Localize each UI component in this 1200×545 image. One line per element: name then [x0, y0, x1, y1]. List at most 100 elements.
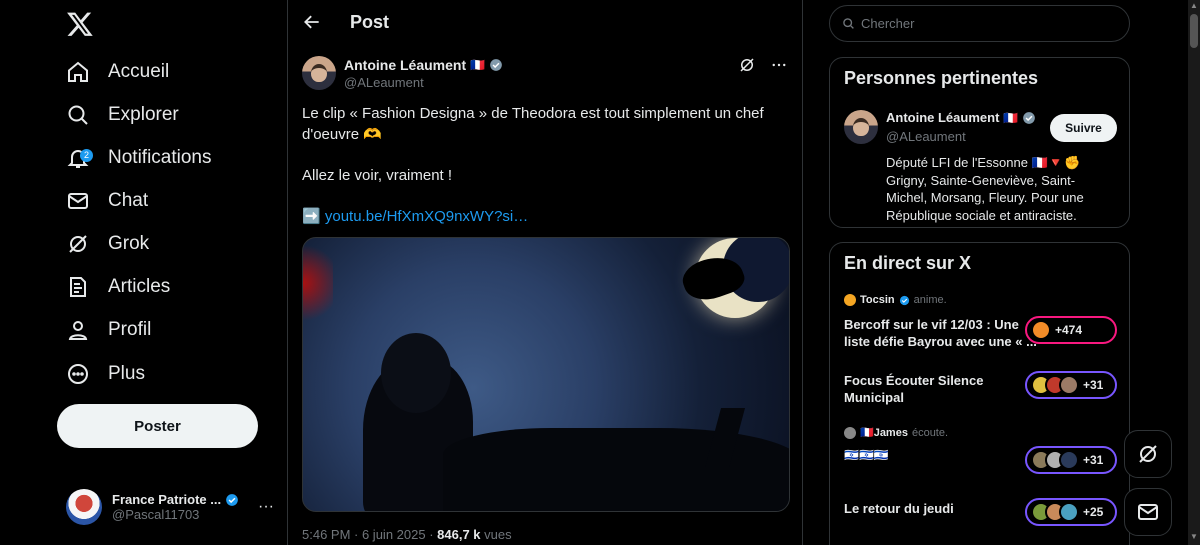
verified-badge-icon [490, 58, 502, 71]
nav-item-notifications[interactable]: 2 Notifications [66, 138, 212, 178]
space-title: 🇮🇱🇮🇱🇮🇱 [844, 448, 889, 462]
relevant-person-avatar[interactable] [844, 110, 878, 144]
nav-label-more: Plus [108, 363, 145, 384]
nav-item-explore[interactable]: Explorer [66, 95, 179, 135]
follow-button[interactable]: Suivre [1050, 114, 1117, 142]
nav-label-notifications: Notifications [108, 147, 212, 168]
post-meta: 5:46 PM · 6 juin 2025 · 846,7 k vues [302, 527, 512, 542]
grok-icon[interactable] [738, 56, 756, 74]
nav-item-grok[interactable]: Grok [66, 224, 149, 264]
relevant-people-card: Personnes pertinentes Antoine Léaument 🇫… [829, 57, 1130, 228]
media-red-glow [303, 238, 333, 328]
space-listeners-pill[interactable]: +474 [1025, 316, 1117, 344]
scrollbar-thumb[interactable] [1190, 14, 1198, 48]
more-circle-icon [68, 364, 88, 384]
nav-item-chat[interactable]: Chat [66, 181, 148, 221]
more-horizontal-icon[interactable] [770, 56, 788, 74]
person-icon [68, 321, 88, 340]
right-sidebar: Chercher Personnes pertinentes Antoine L… [829, 0, 1131, 545]
author-flag: 🇫🇷 [470, 57, 486, 72]
author-handle[interactable]: @ALeaument [344, 75, 503, 90]
space-host: 🇫🇷James écoute. [844, 426, 1119, 439]
grok-icon [1139, 445, 1157, 463]
author-avatar[interactable] [302, 56, 336, 90]
live-spaces-title: En direct sur X [844, 253, 972, 273]
app-root: Accueil Explorer 2 Notifications Chat Gr… [0, 0, 1200, 545]
page-scrollbar[interactable]: ▲ ▼ [1188, 0, 1200, 545]
relevant-person-bio: Député LFI de l'Essonne 🇫🇷🔻✊ Grigny, Sai… [886, 155, 1084, 223]
scroll-down-icon[interactable]: ▼ [1190, 533, 1198, 541]
nav-label-chat: Chat [108, 190, 149, 211]
relevant-person-name[interactable]: Antoine Léaument [886, 110, 999, 125]
space-item[interactable]: Le retour du jeudi +25 [844, 498, 1119, 528]
space-item[interactable]: Focus Écouter Silence Municipal +31 [844, 371, 1119, 411]
back-arrow-icon[interactable] [302, 12, 322, 32]
space-item[interactable]: 🇫🇷James écoute. 🇮🇱🇮🇱🇮🇱 +31 [844, 426, 1119, 474]
post-views-label: vues [480, 527, 512, 542]
space-host-name: Tocsin [860, 294, 895, 306]
media-figure-head [381, 333, 451, 413]
post-link[interactable]: youtu.be/HfXmXQ9nxWY?si… [325, 208, 528, 225]
left-nav: Accueil Explorer 2 Notifications Chat Gr… [0, 0, 287, 545]
search-icon [68, 105, 88, 125]
listener-avatar [1059, 502, 1079, 522]
space-item[interactable]: Tocsin anime. Bercoff sur le vif 12/03 :… [844, 294, 1119, 354]
grok-fab-button[interactable] [1124, 430, 1172, 478]
verified-badge-icon [899, 295, 909, 305]
bell-icon-wrap: 2 [66, 146, 93, 170]
host-avatar [844, 426, 856, 439]
post-views-count: 846,7 k [437, 527, 481, 542]
post-video[interactable] [302, 237, 790, 512]
author-name[interactable]: Antoine Léaument [344, 57, 466, 73]
space-host-name: 🇫🇷James [860, 427, 908, 439]
nav-item-profile[interactable]: Profil [66, 310, 151, 350]
grok-icon [69, 235, 87, 253]
relevant-person-name-row: Antoine Léaument 🇫🇷 [886, 110, 1036, 125]
nav-item-articles[interactable]: Articles [66, 267, 170, 307]
account-more-icon[interactable]: ··· [258, 498, 274, 516]
space-listeners-pill[interactable]: +31 [1025, 446, 1117, 474]
space-host-action: écoute. [911, 426, 949, 439]
scroll-up-icon[interactable]: ▲ [1190, 2, 1198, 10]
space-host: Tocsin anime. [844, 294, 1119, 306]
x-logo-icon[interactable] [66, 10, 94, 38]
live-spaces-card: En direct sur X Tocsin anime. Bercoff su… [829, 242, 1130, 545]
post-header: Post [288, 0, 802, 46]
space-host-action: anime. [913, 294, 947, 306]
account-name-row: France Patriote ... [112, 492, 242, 507]
post-button[interactable]: Poster [57, 404, 258, 448]
search-input[interactable]: Chercher [829, 5, 1130, 42]
messages-fab-button[interactable] [1124, 488, 1172, 536]
search-placeholder: Chercher [861, 16, 915, 31]
post-link-row: ➡️ youtu.be/HfXmXQ9nxWY?si… [302, 206, 782, 227]
post-top-actions [738, 56, 788, 74]
post-text: Le clip « Fashion Designa » de Theodora … [302, 103, 782, 247]
relevant-person-handle[interactable]: @ALeaument [886, 129, 966, 144]
space-title: Focus Écouter Silence Municipal [844, 373, 984, 405]
post-time[interactable]: 5:46 PM · 6 juin 2025 · [302, 527, 437, 542]
nav-label-articles: Articles [108, 276, 171, 297]
account-avatar [66, 489, 102, 525]
space-listeners-pill[interactable]: +31 [1025, 371, 1117, 399]
home-icon [68, 61, 88, 82]
nav-label-home: Accueil [108, 61, 170, 82]
space-listeners-pill[interactable]: +25 [1025, 498, 1117, 526]
nav-item-more[interactable]: Plus [66, 354, 145, 394]
account-handle: @Pascal11703 [112, 507, 200, 522]
search-icon [843, 18, 854, 29]
account-switcher[interactable]: France Patriote ... @Pascal11703 ··· [66, 485, 276, 529]
space-title: Le retour du jeudi [844, 501, 954, 516]
relevant-person-flag: 🇫🇷 [1003, 110, 1019, 125]
listener-avatar [1059, 450, 1079, 470]
space-title: Bercoff sur le vif 12/03 : Une liste déf… [844, 317, 1037, 349]
host-avatar [844, 294, 856, 306]
nav-item-home[interactable]: Accueil [66, 52, 169, 92]
notification-badge: 2 [80, 149, 93, 162]
main-column: Post Antoine Léaument 🇫🇷 @ALeaument Le c… [287, 0, 803, 545]
verified-badge-icon [226, 493, 238, 506]
space-listener-count: +474 [1055, 323, 1083, 337]
page-title: Post [350, 12, 390, 32]
post-author[interactable]: Antoine Léaument 🇫🇷 @ALeaument [302, 56, 503, 90]
post-text-line2: Allez le voir, vraiment ! [302, 167, 453, 184]
author-name-row: Antoine Léaument 🇫🇷 [344, 57, 503, 73]
